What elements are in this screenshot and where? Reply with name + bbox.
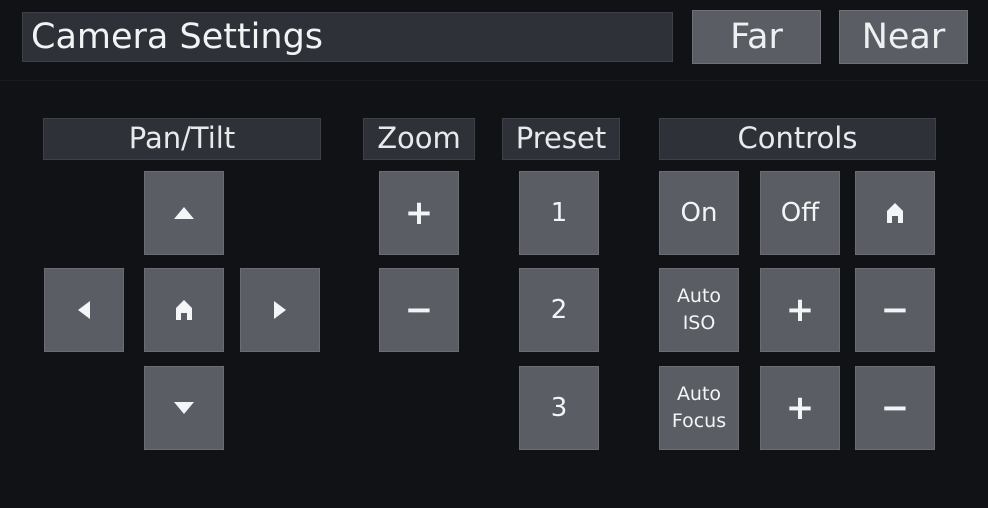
focus-plus-button[interactable]: + <box>760 366 840 450</box>
pan-tilt-down-button[interactable] <box>144 366 224 450</box>
triangle-right-icon <box>274 301 286 319</box>
preset-3-button[interactable]: 3 <box>519 366 599 450</box>
controls-home-button[interactable] <box>855 171 935 255</box>
auto-iso-label-line2: ISO <box>682 312 716 334</box>
preset-1-button[interactable]: 1 <box>519 171 599 255</box>
triangle-left-icon <box>78 301 90 319</box>
preset-label: Preset <box>502 118 620 160</box>
pan-tilt-right-button[interactable] <box>240 268 320 352</box>
pan-tilt-home-button[interactable] <box>144 268 224 352</box>
plus-icon: + <box>785 388 815 428</box>
auto-focus-button[interactable]: Auto Focus <box>659 366 739 450</box>
on-label: On <box>680 198 718 228</box>
home-icon <box>176 300 192 320</box>
focus-near-button[interactable]: Near <box>839 10 968 64</box>
off-label: Off <box>780 198 820 228</box>
preset-1-label: 1 <box>550 198 568 228</box>
auto-focus-label-line1: Auto <box>676 383 722 405</box>
pan-tilt-up-button[interactable] <box>144 171 224 255</box>
preset-2-button[interactable]: 2 <box>519 268 599 352</box>
page-title: Camera Settings <box>22 12 673 62</box>
focus-minus-button[interactable]: − <box>855 366 935 450</box>
iso-plus-button[interactable]: + <box>760 268 840 352</box>
zoom-out-button[interactable]: − <box>379 268 459 352</box>
pan-tilt-label: Pan/Tilt <box>43 118 321 160</box>
header-divider <box>0 80 988 81</box>
focus-far-button[interactable]: Far <box>692 10 821 64</box>
auto-focus-label-line2: Focus <box>671 410 727 432</box>
zoom-label: Zoom <box>363 118 475 160</box>
iso-minus-button[interactable]: − <box>855 268 935 352</box>
camera-off-button[interactable]: Off <box>760 171 840 255</box>
plus-icon: + <box>404 193 434 233</box>
home-icon <box>887 203 903 223</box>
auto-iso-label-line1: Auto <box>676 285 722 307</box>
auto-iso-button[interactable]: Auto ISO <box>659 268 739 352</box>
camera-on-button[interactable]: On <box>659 171 739 255</box>
preset-2-label: 2 <box>550 295 568 325</box>
plus-icon: + <box>785 290 815 330</box>
triangle-up-icon <box>174 207 194 219</box>
minus-icon: − <box>880 290 910 330</box>
controls-label: Controls <box>659 118 936 160</box>
preset-3-label: 3 <box>550 393 568 423</box>
zoom-in-button[interactable]: + <box>379 171 459 255</box>
pan-tilt-left-button[interactable] <box>44 268 124 352</box>
triangle-down-icon <box>174 402 194 414</box>
minus-icon: − <box>880 388 910 428</box>
minus-icon: − <box>404 290 434 330</box>
